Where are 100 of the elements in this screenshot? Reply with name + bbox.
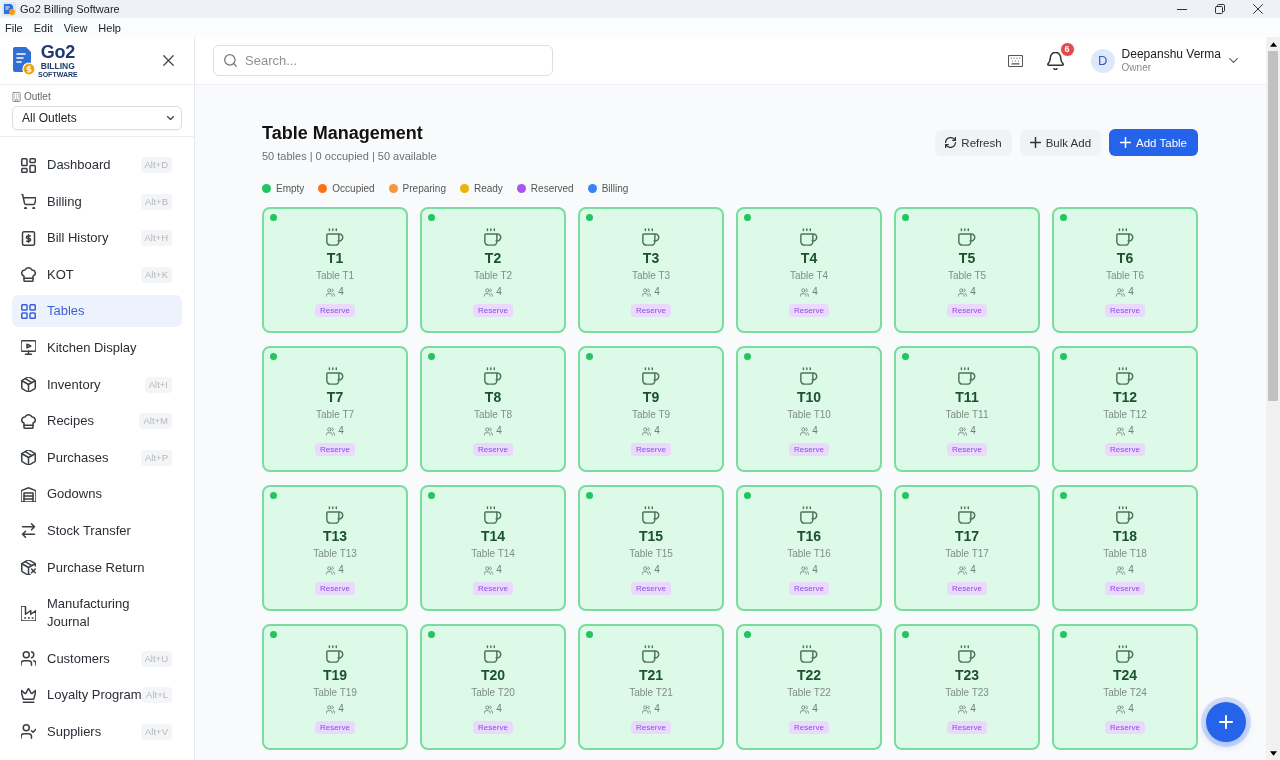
table-name: Table T9 — [631, 409, 671, 421]
nav-item[interactable]: Dashboard Alt+D — [12, 149, 182, 181]
refresh-button[interactable]: Refresh — [935, 129, 1012, 156]
table-card[interactable]: T1 Table T1 4 Reserve — [262, 207, 408, 333]
nav-item[interactable]: Godowns — [12, 478, 182, 511]
reserve-button[interactable]: Reserve — [1105, 304, 1145, 317]
nav-item[interactable]: Inventory Alt+I — [12, 368, 182, 401]
table-card[interactable]: T11 Table T11 4 Reserve — [894, 346, 1040, 472]
cup-icon — [484, 506, 502, 524]
menu-item[interactable]: Edit — [33, 21, 53, 34]
reserve-button[interactable]: Reserve — [789, 582, 829, 595]
restore-icon[interactable] — [1215, 4, 1225, 14]
reserve-button[interactable]: Reserve — [789, 721, 829, 734]
table-card[interactable]: T21 Table T21 4 Reserve — [578, 624, 724, 750]
table-name: Table T3 — [631, 270, 671, 282]
people-icon — [326, 565, 336, 575]
table-card[interactable]: T23 Table T23 4 Reserve — [894, 624, 1040, 750]
table-name: Table T1 — [315, 270, 355, 282]
chevron-down-icon[interactable] — [1229, 58, 1238, 63]
table-card[interactable]: T17 Table T17 4 Reserve — [894, 485, 1040, 611]
close-icon[interactable] — [1253, 4, 1263, 14]
table-card[interactable]: T9 Table T9 4 Reserve — [578, 346, 724, 472]
table-card[interactable]: T15 Table T15 4 Reserve — [578, 485, 724, 611]
menu-item[interactable]: Help — [98, 21, 121, 34]
scrollbar-thumb[interactable] — [1268, 51, 1278, 401]
factory-icon — [21, 605, 36, 621]
table-card[interactable]: T19 Table T19 4 Reserve — [262, 624, 408, 750]
reserve-button[interactable]: Reserve — [789, 443, 829, 456]
table-name: Table T6 — [1105, 270, 1145, 282]
table-card[interactable]: T22 Table T22 4 Reserve — [736, 624, 882, 750]
table-number: T17 — [954, 528, 980, 545]
nav-item[interactable]: Billing Alt+B — [12, 185, 182, 218]
reserve-button[interactable]: Reserve — [473, 721, 513, 734]
grid-icon — [21, 157, 36, 173]
table-card[interactable]: T5 Table T5 4 Reserve — [894, 207, 1040, 333]
bulk-add-button[interactable]: Bulk Add — [1019, 129, 1102, 156]
people-icon — [326, 426, 336, 436]
seat-count: 4 — [338, 286, 344, 298]
table-card[interactable]: T20 Table T20 4 Reserve — [420, 624, 566, 750]
cup-icon — [800, 506, 818, 524]
user-role: Owner — [1121, 61, 1153, 74]
menu-item[interactable]: File — [5, 21, 23, 34]
table-card[interactable]: T6 Table T6 4 Reserve — [1052, 207, 1198, 333]
reserve-button[interactable]: Reserve — [631, 304, 671, 317]
table-card[interactable]: T24 Table T24 4 Reserve — [1052, 624, 1198, 750]
nav-item[interactable]: Recipes Alt+M — [12, 405, 182, 438]
shortcut-key: Alt+M — [139, 413, 172, 430]
nav-item[interactable]: Suppliers Alt+V — [12, 715, 182, 748]
table-card[interactable]: T12 Table T12 4 Reserve — [1052, 346, 1198, 472]
reserve-button[interactable]: Reserve — [1105, 582, 1145, 595]
reserve-button[interactable]: Reserve — [473, 304, 513, 317]
table-card[interactable]: T7 Table T7 4 Reserve — [262, 346, 408, 472]
table-card[interactable]: T4 Table T4 4 Reserve — [736, 207, 882, 333]
nav-item[interactable]: Bill History Alt+H — [12, 222, 182, 255]
menu-item[interactable]: View — [63, 21, 88, 34]
table-name: Table T19 — [313, 687, 357, 699]
table-card[interactable]: T16 Table T16 4 Reserve — [736, 485, 882, 611]
scroll-up-icon[interactable] — [1269, 41, 1277, 47]
reserve-button[interactable]: Reserve — [473, 582, 513, 595]
reserve-button[interactable]: Reserve — [947, 721, 987, 734]
reserve-button[interactable]: Reserve — [631, 443, 671, 456]
table-card[interactable]: T13 Table T13 4 Reserve — [262, 485, 408, 611]
search-field[interactable]: Search... — [213, 45, 553, 76]
reserve-button[interactable]: Reserve — [1105, 443, 1145, 456]
reserve-button[interactable]: Reserve — [1105, 721, 1145, 734]
reserve-button[interactable]: Reserve — [947, 582, 987, 595]
close-icon[interactable] — [163, 55, 174, 66]
nav-item[interactable]: KOT Alt+K — [12, 258, 182, 291]
nav-item[interactable]: Customers Alt+U — [12, 642, 182, 675]
reserve-button[interactable]: Reserve — [315, 443, 355, 456]
reserve-button[interactable]: Reserve — [789, 304, 829, 317]
nav-item[interactable]: Loyalty Program Alt+L — [12, 679, 182, 712]
reserve-button[interactable]: Reserve — [947, 443, 987, 456]
reserve-button[interactable]: Reserve — [315, 721, 355, 734]
table-card[interactable]: T10 Table T10 4 Reserve — [736, 346, 882, 472]
table-card[interactable]: T3 Table T3 4 Reserve — [578, 207, 724, 333]
table-card[interactable]: T2 Table T2 4 Reserve — [420, 207, 566, 333]
nav-item[interactable]: Manufacturing Journal — [12, 588, 182, 639]
table-card[interactable]: T8 Table T8 4 Reserve — [420, 346, 566, 472]
nav-item[interactable]: Purchase Return — [12, 551, 182, 584]
scroll-down-icon[interactable] — [1269, 750, 1277, 756]
reserve-button[interactable]: Reserve — [631, 582, 671, 595]
nav-item[interactable]: Stock Transfer — [12, 514, 182, 547]
table-card[interactable]: T18 Table T18 4 Reserve — [1052, 485, 1198, 611]
nav-item[interactable]: Tables — [12, 295, 182, 328]
reserve-button[interactable]: Reserve — [947, 304, 987, 317]
keyboard-icon[interactable] — [1007, 54, 1023, 67]
reserve-button[interactable]: Reserve — [315, 582, 355, 595]
reserve-button[interactable]: Reserve — [315, 304, 355, 317]
reserve-button[interactable]: Reserve — [631, 721, 671, 734]
bell-icon[interactable] — [1046, 51, 1064, 70]
table-number: T7 — [326, 389, 344, 406]
nav-item[interactable]: Purchases Alt+P — [12, 441, 182, 474]
reserve-button[interactable]: Reserve — [473, 443, 513, 456]
outlet-select[interactable]: All Outlets — [12, 106, 182, 130]
nav-item[interactable]: Kitchen Display — [12, 331, 182, 364]
minimize-icon[interactable] — [1177, 8, 1187, 10]
table-number: T23 — [954, 667, 980, 684]
table-card[interactable]: T14 Table T14 4 Reserve — [420, 485, 566, 611]
add-table-button[interactable]: Add Table — [1109, 129, 1198, 156]
